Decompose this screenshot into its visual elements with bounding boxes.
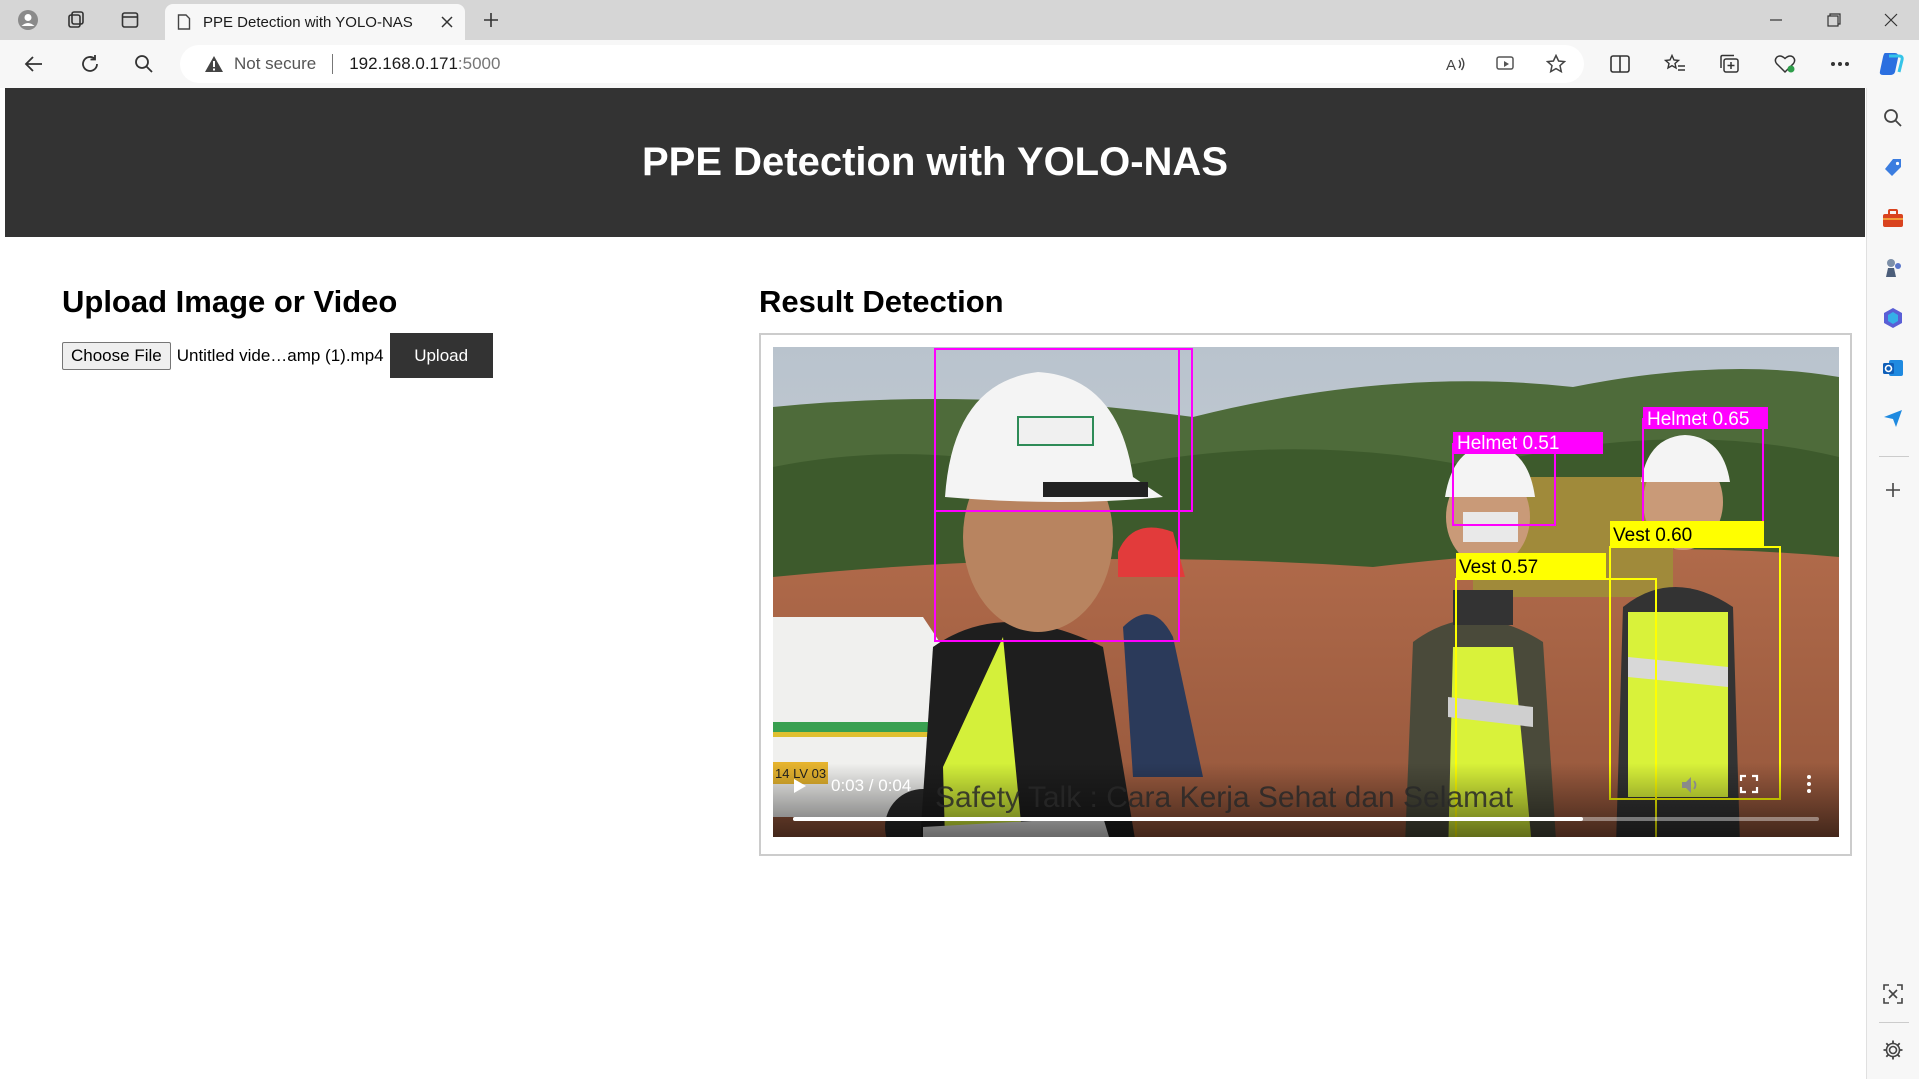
detection-label-helmet-1: Helmet 0.51 [1457, 433, 1559, 454]
tools-briefcase-icon[interactable] [1875, 200, 1911, 236]
read-aloud-icon[interactable]: A [1438, 49, 1474, 79]
favorite-star-icon[interactable] [1538, 49, 1574, 79]
page-header: PPE Detection with YOLO-NAS [5, 88, 1865, 237]
close-window-button[interactable] [1863, 0, 1919, 40]
app-available-icon[interactable] [1488, 49, 1524, 79]
detection-label-vest-1: Vest 0.60 [1613, 525, 1692, 546]
send-drop-icon[interactable] [1875, 400, 1911, 436]
choose-file-button[interactable]: Choose File [62, 341, 171, 370]
video-caption: Safety Talk : Cara Kerja Sehat dan Selam… [935, 781, 1514, 814]
upload-button[interactable]: Upload [389, 333, 493, 378]
back-button[interactable] [16, 48, 52, 80]
settings-more-icon[interactable] [1822, 48, 1858, 80]
sidebar-search-icon[interactable] [1875, 100, 1911, 136]
browser-essentials-icon[interactable] [1767, 48, 1803, 80]
web-page: PPE Detection with YOLO-NAS Upload Image… [5, 88, 1865, 1076]
video-progress [793, 817, 1584, 821]
detection-label-helmet-2: Helmet 0.65 [1647, 409, 1749, 430]
result-container: 14 LV 03 [759, 333, 1852, 856]
microsoft-365-icon[interactable] [1875, 300, 1911, 336]
sidebar-settings-icon[interactable] [1875, 1032, 1911, 1068]
tab-title: PPE Detection with YOLO-NAS [203, 13, 413, 31]
address-bar[interactable]: Not secure 192.168.0.171:5000 A [180, 45, 1584, 83]
video-time: 0:03 / 0:04 [831, 776, 912, 795]
sidebar-divider [1879, 1022, 1909, 1023]
screenshot-capture-icon[interactable] [1875, 976, 1911, 1012]
detection-label-vest-2: Vest 0.57 [1459, 557, 1538, 578]
page-title: PPE Detection with YOLO-NAS [642, 140, 1228, 184]
shopping-tag-icon[interactable] [1875, 150, 1911, 186]
more-options-icon[interactable] [1798, 773, 1824, 799]
search-icon[interactable] [126, 48, 162, 80]
result-heading: Result Detection [759, 284, 1004, 319]
collections-icon[interactable] [1712, 48, 1748, 80]
sidebar-divider [1879, 456, 1909, 457]
upload-form: Choose File Untitled vide…amp (1).mp4 Up… [62, 333, 493, 378]
new-tab-button[interactable] [476, 6, 506, 34]
copilot-icon[interactable] [1873, 48, 1909, 80]
upload-heading: Upload Image or Video [62, 284, 398, 319]
outlook-icon[interactable] [1875, 350, 1911, 386]
page-icon [177, 14, 191, 30]
browser-tab-strip: PPE Detection with YOLO-NAS [0, 0, 1919, 40]
warning-icon[interactable] [204, 55, 224, 73]
url-port: :5000 [457, 54, 501, 73]
split-screen-icon[interactable] [1602, 48, 1638, 80]
volume-icon[interactable] [1679, 773, 1705, 799]
games-chess-icon[interactable] [1875, 250, 1911, 286]
refresh-button[interactable] [72, 48, 108, 80]
active-tab[interactable]: PPE Detection with YOLO-NAS [165, 4, 465, 40]
result-video[interactable]: 14 LV 03 [773, 347, 1839, 837]
restore-button[interactable] [1806, 0, 1862, 40]
profile-icon[interactable] [12, 6, 44, 34]
add-sidebar-app-icon[interactable] [1875, 472, 1911, 508]
play-icon[interactable] [787, 773, 813, 799]
selected-file-name: Untitled vide…amp (1).mp4 [176, 345, 384, 365]
edge-sidebar [1866, 88, 1919, 1079]
url-host: 192.168.0.171 [349, 54, 458, 73]
security-status[interactable]: Not secure [234, 54, 316, 74]
svg-text:A: A [1446, 57, 1456, 74]
close-tab-icon[interactable] [441, 16, 453, 28]
workspaces-icon[interactable] [60, 6, 92, 34]
navigation-bar: Not secure 192.168.0.171:5000 A [0, 40, 1919, 88]
url-separator [332, 54, 334, 74]
video-seek-bar[interactable] [793, 817, 1819, 821]
vertical-tabs-icon[interactable] [114, 6, 146, 34]
fullscreen-icon[interactable] [1738, 773, 1764, 799]
video-controls: Safety Talk : Cara Kerja Sehat dan Selam… [773, 763, 1839, 837]
favorites-icon[interactable] [1657, 48, 1693, 80]
minimize-button[interactable] [1748, 0, 1804, 40]
